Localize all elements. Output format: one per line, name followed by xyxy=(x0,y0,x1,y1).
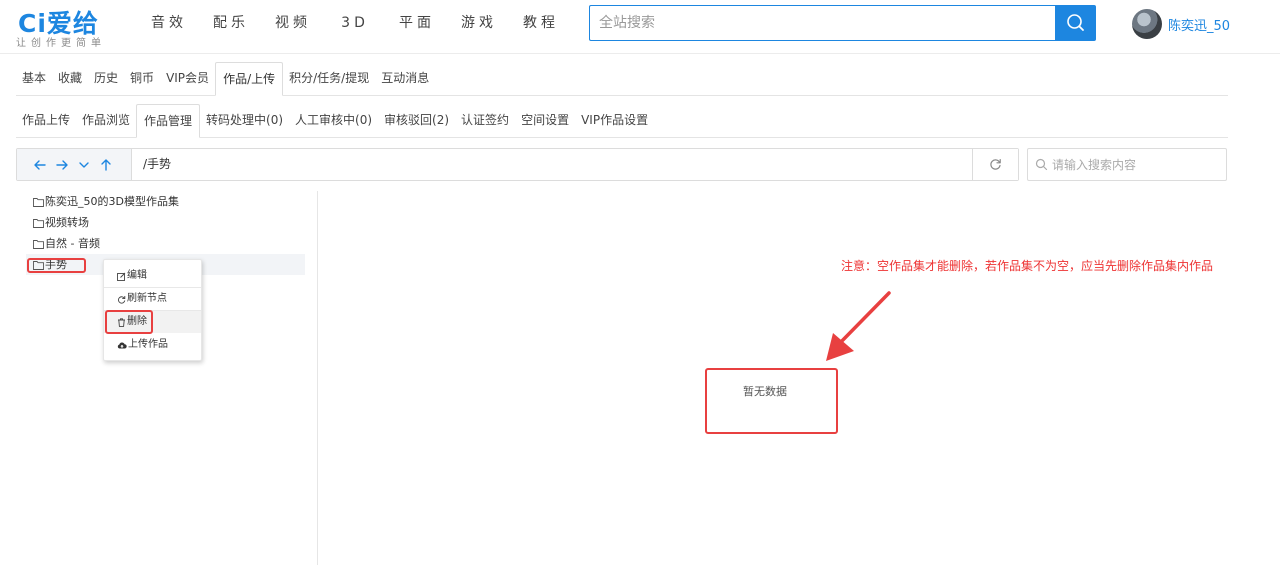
file-search xyxy=(1027,148,1227,181)
site-search-button[interactable] xyxy=(1055,5,1096,41)
tab-messages[interactable]: 互动消息 xyxy=(375,62,435,95)
menu-item-label: 刷新节点 xyxy=(127,293,167,304)
main-nav: 音效 配乐 视频 3D 平面 游戏 教程 xyxy=(138,0,572,46)
tree-item-label: 陈奕迅_50的3D模型作品集 xyxy=(45,195,179,208)
nav-arrows xyxy=(17,149,132,180)
tab-vip[interactable]: VIP会员 xyxy=(160,62,215,95)
tab-basic[interactable]: 基本 xyxy=(16,62,52,95)
search-icon xyxy=(1035,158,1048,171)
logo-slogan: 让创作更简单 xyxy=(16,38,106,49)
refresh-button[interactable] xyxy=(972,149,1018,180)
nav-item-3d[interactable]: 3D xyxy=(324,0,386,46)
tab-points-tasks[interactable]: 积分/任务/提现 xyxy=(283,62,375,95)
menu-item-refresh-node[interactable]: 刷新节点 xyxy=(104,288,201,310)
tree-item-3d-collection[interactable]: 陈奕迅_50的3D模型作品集 xyxy=(26,191,306,212)
tab-rejected[interactable]: 审核驳回(2) xyxy=(378,104,455,137)
top-header: Ci爱给 让创作更简单 音效 配乐 视频 3D 平面 游戏 教程 陈奕迅_50 xyxy=(0,0,1280,54)
highlight-box-delete xyxy=(105,310,153,334)
tab-work-upload[interactable]: 作品上传 xyxy=(16,104,76,137)
tab-works-upload[interactable]: 作品/上传 xyxy=(215,62,284,96)
secondary-tabs: 作品上传 作品浏览 作品管理 转码处理中(0) 人工审核中(0) 审核驳回(2)… xyxy=(16,104,1228,138)
panel-divider xyxy=(317,191,318,565)
annotation-arrow-icon xyxy=(826,291,891,361)
folder-icon xyxy=(33,218,44,228)
nav-item-video[interactable]: 视频 xyxy=(262,0,324,46)
tab-space-settings[interactable]: 空间设置 xyxy=(515,104,575,137)
chevron-down-icon[interactable] xyxy=(77,158,91,172)
menu-item-upload[interactable]: 上传作品 xyxy=(104,334,201,356)
arrow-up-icon[interactable] xyxy=(99,158,113,172)
tab-history[interactable]: 历史 xyxy=(88,62,124,95)
arrow-right-icon[interactable] xyxy=(55,158,69,172)
user-menu[interactable]: 陈奕迅_50 xyxy=(1132,8,1230,40)
tree-item-label: 自然 - 音频 xyxy=(45,237,100,250)
primary-tabs: 基本 收藏 历史 铜币 VIP会员 作品/上传 积分/任务/提现 互动消息 xyxy=(16,62,1228,96)
tree-item-nature-audio[interactable]: 自然 - 音频 xyxy=(26,233,306,254)
file-search-input[interactable] xyxy=(1052,149,1222,180)
tree-item-video-transition[interactable]: 视频转场 xyxy=(26,212,306,233)
tree-item-label: 视频转场 xyxy=(45,216,89,229)
site-logo[interactable]: Ci爱给 让创作更简单 xyxy=(16,4,126,50)
tab-favorites[interactable]: 收藏 xyxy=(52,62,88,95)
nav-item-music[interactable]: 配乐 xyxy=(200,0,262,46)
nav-item-game[interactable]: 游戏 xyxy=(448,0,510,46)
tab-coins[interactable]: 铜币 xyxy=(124,62,160,95)
path-bar: /手势 xyxy=(16,148,1019,181)
nav-item-sound[interactable]: 音效 xyxy=(138,0,200,46)
tab-work-manage[interactable]: 作品管理 xyxy=(136,104,201,138)
highlight-box-folder xyxy=(27,258,86,273)
site-search xyxy=(589,5,1096,41)
menu-item-edit[interactable]: 编辑 xyxy=(104,265,201,287)
arrow-left-icon[interactable] xyxy=(33,158,47,172)
tab-certification[interactable]: 认证签约 xyxy=(455,104,515,137)
tab-manual-review[interactable]: 人工审核中(0) xyxy=(289,104,378,137)
cloud-upload-icon xyxy=(117,342,127,348)
tab-work-browse[interactable]: 作品浏览 xyxy=(76,104,136,137)
folder-icon xyxy=(33,239,44,249)
tab-vip-work-settings[interactable]: VIP作品设置 xyxy=(575,104,654,137)
nav-item-graphic[interactable]: 平面 xyxy=(386,0,448,46)
avatar[interactable] xyxy=(1132,9,1162,39)
search-icon xyxy=(1067,14,1084,31)
username[interactable]: 陈奕迅_50 xyxy=(1168,15,1230,34)
menu-item-label: 编辑 xyxy=(127,270,147,281)
refresh-icon xyxy=(118,295,126,304)
highlight-box-empty xyxy=(705,368,838,434)
current-path: /手势 xyxy=(143,157,172,171)
edit-icon xyxy=(117,272,126,281)
site-search-input[interactable] xyxy=(589,5,1056,41)
folder-icon xyxy=(33,197,44,207)
annotation-note: 注意：空作品集才能删除，若作品集不为空，应当先删除作品集内作品 xyxy=(841,259,1214,273)
tab-transcoding[interactable]: 转码处理中(0) xyxy=(200,104,289,137)
menu-item-label: 上传作品 xyxy=(128,339,168,350)
refresh-icon xyxy=(990,159,1001,170)
nav-item-tutorial[interactable]: 教程 xyxy=(510,0,572,46)
